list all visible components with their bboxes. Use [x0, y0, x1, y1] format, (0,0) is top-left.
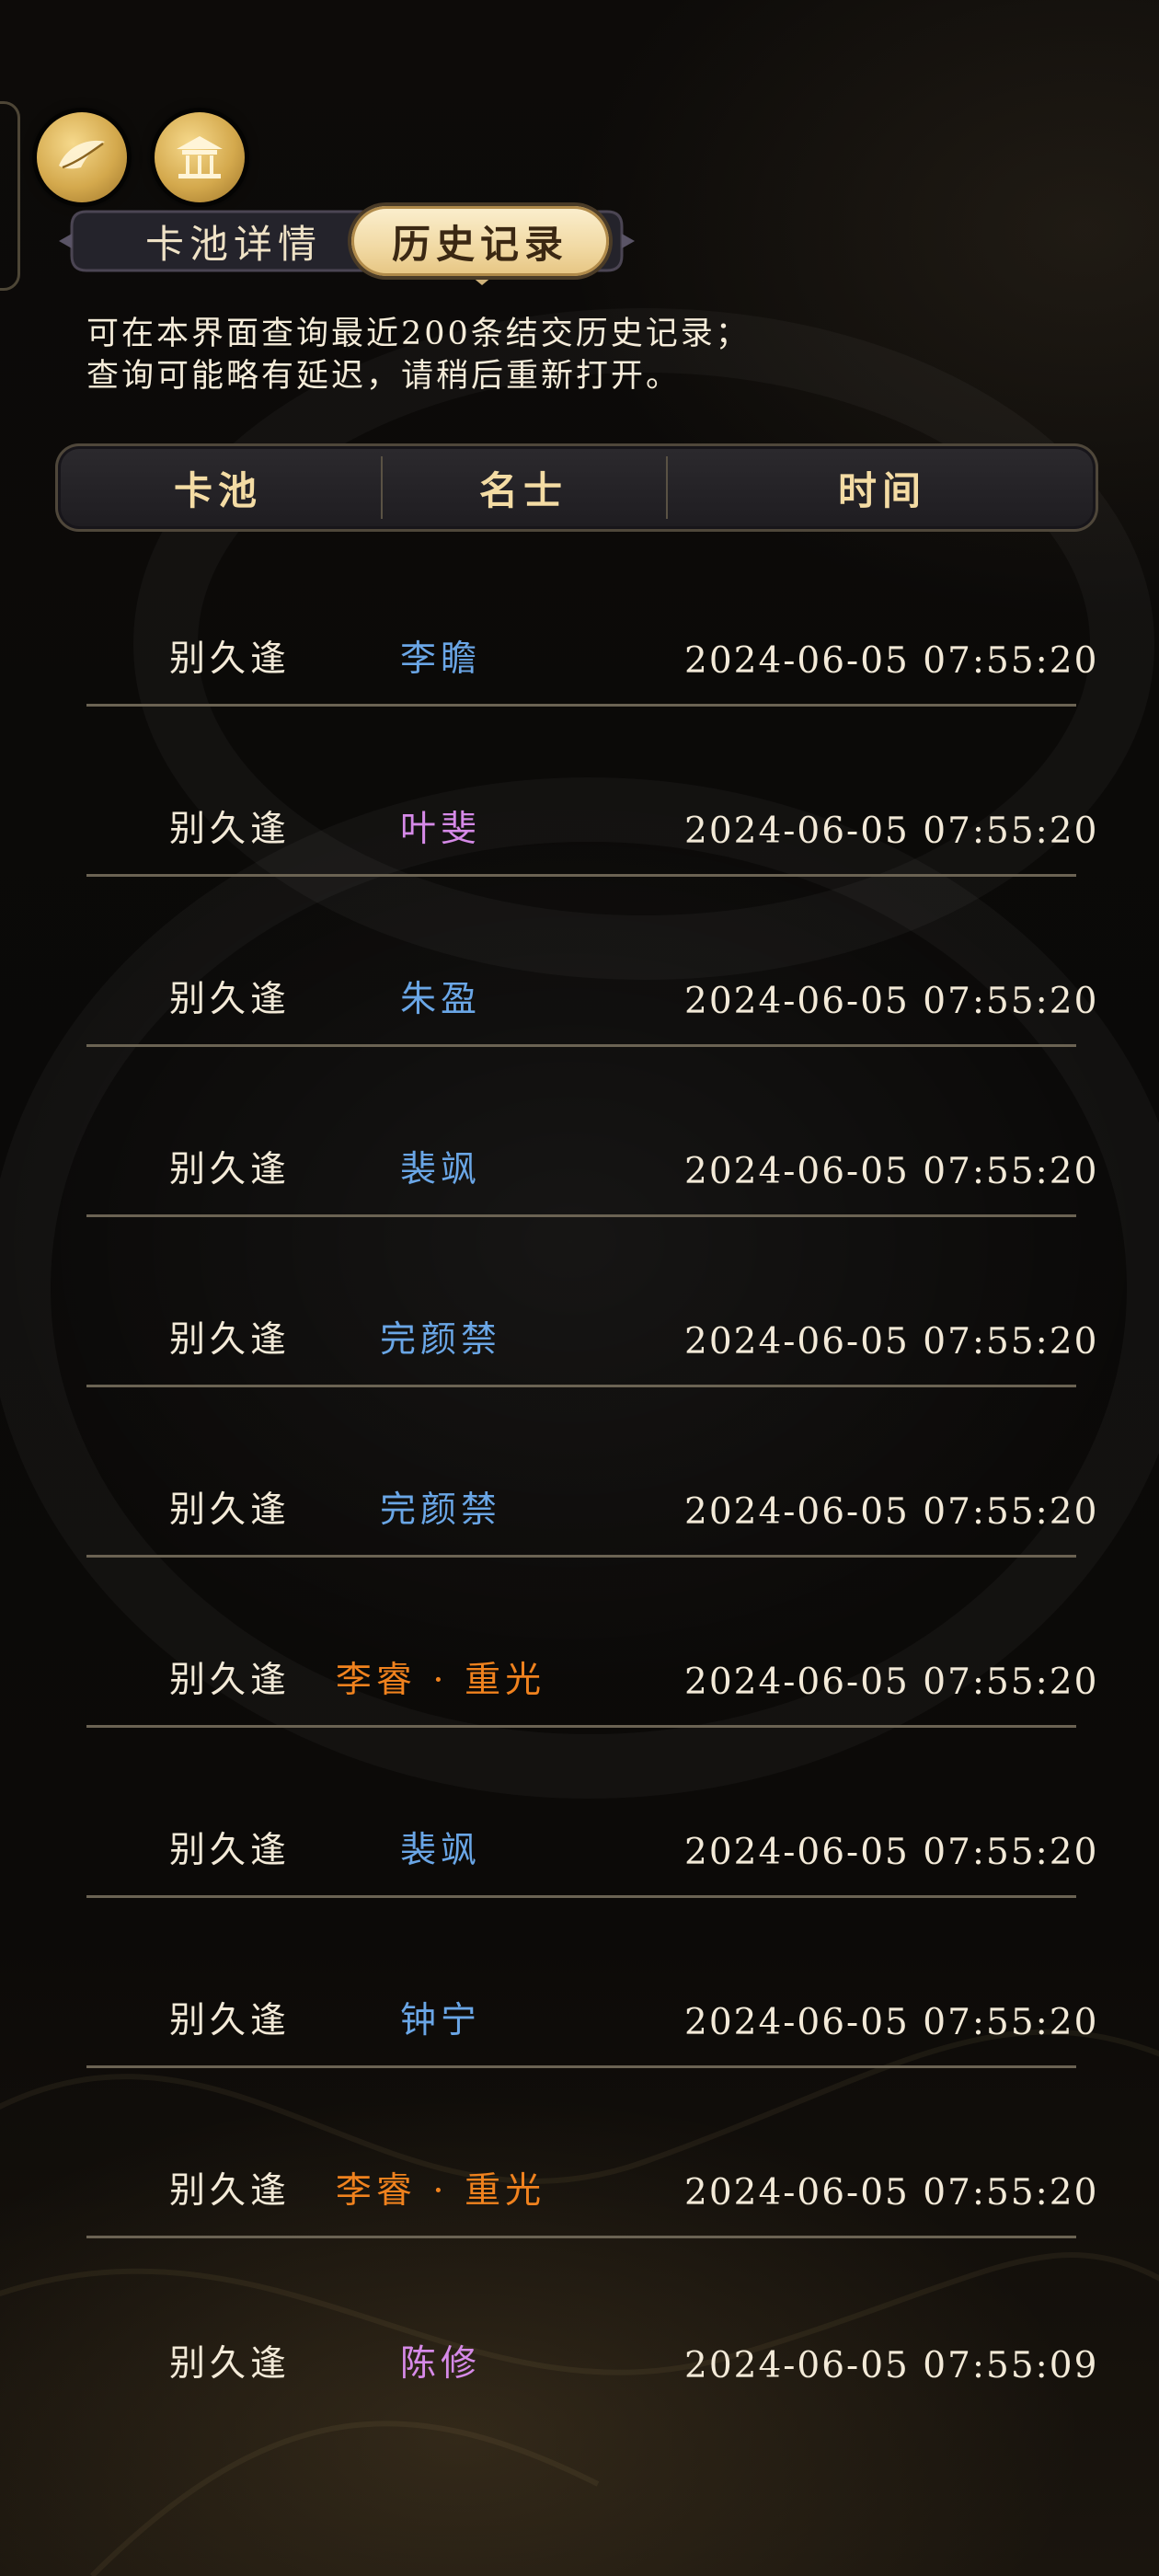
- row-pool: 别久逢: [169, 1319, 292, 1361]
- row-hero: 李瞻: [399, 638, 481, 680]
- table-row: 别久逢 朱盈 2024-06-05 07:55:20: [86, 877, 1096, 1047]
- row-hero: 李睿 · 重光: [335, 2170, 546, 2212]
- row-time: 2024-06-05 07:55:20: [684, 2002, 1099, 2043]
- table-row: 别久逢 李瞻 2024-06-05 07:55:20: [86, 536, 1096, 707]
- row-time: 2024-06-05 07:55:20: [684, 640, 1099, 682]
- table-row: 别久逢 完颜禁 2024-06-05 07:55:20: [86, 1217, 1096, 1387]
- table-header: 卡池 名士 时间: [55, 443, 1098, 532]
- header-hero: 名士: [478, 467, 568, 513]
- row-time: 2024-06-05 07:55:09: [684, 2345, 1099, 2386]
- table-row: 别久逢 完颜禁 2024-06-05 07:55:20: [86, 1387, 1096, 1558]
- tab-pool-detail[interactable]: 卡池详情: [96, 206, 372, 276]
- row-time: 2024-06-05 07:55:20: [684, 1832, 1099, 1873]
- table-row: 别久逢 裴飒 2024-06-05 07:55:20: [86, 1047, 1096, 1217]
- side-panel-edge: [0, 101, 20, 291]
- feather-cloud-icon-glyph: [59, 140, 105, 169]
- row-hero: 裴飒: [399, 1149, 481, 1190]
- tab-bar: 卡池详情 历史记录: [59, 197, 635, 285]
- row-hero: 完颜禁: [379, 1319, 501, 1361]
- row-hero: 叶斐: [399, 809, 481, 850]
- history-list[interactable]: 别久逢 李瞻 2024-06-05 07:55:20 别久逢 叶斐 2024-0…: [86, 536, 1096, 2409]
- table-row: 别久逢 裴飒 2024-06-05 07:55:20: [86, 1728, 1096, 1898]
- pavilion-icon[interactable]: [155, 112, 245, 202]
- header-time: 时间: [837, 467, 926, 513]
- table-row: 别久逢 陈修 2024-06-05 07:55:09: [86, 2238, 1096, 2409]
- row-hero: 钟宁: [399, 2000, 481, 2041]
- table-row: 别久逢 李睿 · 重光 2024-06-05 07:55:20: [86, 1558, 1096, 1728]
- table-row: 别久逢 叶斐 2024-06-05 07:55:20: [86, 707, 1096, 877]
- row-time: 2024-06-05 07:55:20: [684, 1321, 1099, 1363]
- notice-line-2: 查询可能略有延迟，请稍后重新打开。: [86, 358, 682, 395]
- row-time: 2024-06-05 07:55:20: [684, 2172, 1099, 2214]
- row-pool: 别久逢: [169, 979, 292, 1020]
- row-hero: 裴飒: [399, 1830, 481, 1871]
- row-pool: 别久逢: [169, 1489, 292, 1531]
- row-time: 2024-06-05 07:55:20: [684, 1662, 1099, 1703]
- row-time: 2024-06-05 07:55:20: [684, 1151, 1099, 1192]
- feather-cloud-icon[interactable]: [37, 112, 127, 202]
- row-time: 2024-06-05 07:55:20: [684, 811, 1099, 852]
- tab-history[interactable]: 历史记录: [351, 206, 609, 276]
- row-pool: 别久逢: [169, 1660, 292, 1701]
- row-pool: 别久逢: [169, 2170, 292, 2212]
- table-row: 别久逢 钟宁 2024-06-05 07:55:20: [86, 1898, 1096, 2068]
- row-pool: 别久逢: [169, 1830, 292, 1871]
- row-pool: 别久逢: [169, 809, 292, 850]
- row-hero: 陈修: [399, 2343, 481, 2385]
- row-pool: 别久逢: [169, 2343, 292, 2385]
- table-row: 别久逢 李睿 · 重光 2024-06-05 07:55:20: [86, 2068, 1096, 2238]
- row-time: 2024-06-05 07:55:20: [684, 981, 1099, 1022]
- row-pool: 别久逢: [169, 2000, 292, 2041]
- row-time: 2024-06-05 07:55:20: [684, 1491, 1099, 1533]
- notice-line-1: 可在本界面查询最近200条结交历史记录；: [86, 316, 751, 352]
- row-hero: 李睿 · 重光: [335, 1660, 546, 1701]
- row-pool: 别久逢: [169, 638, 292, 680]
- header-pool: 卡池: [173, 467, 262, 513]
- row-pool: 别久逢: [169, 1149, 292, 1190]
- row-hero: 朱盈: [399, 979, 481, 1020]
- pavilion-icon-glyph: [177, 136, 223, 178]
- row-hero: 完颜禁: [379, 1489, 501, 1531]
- notice-text: 可在本界面查询最近200条结交历史记录； 查询可能略有延迟，请稍后重新打开。: [86, 313, 1098, 397]
